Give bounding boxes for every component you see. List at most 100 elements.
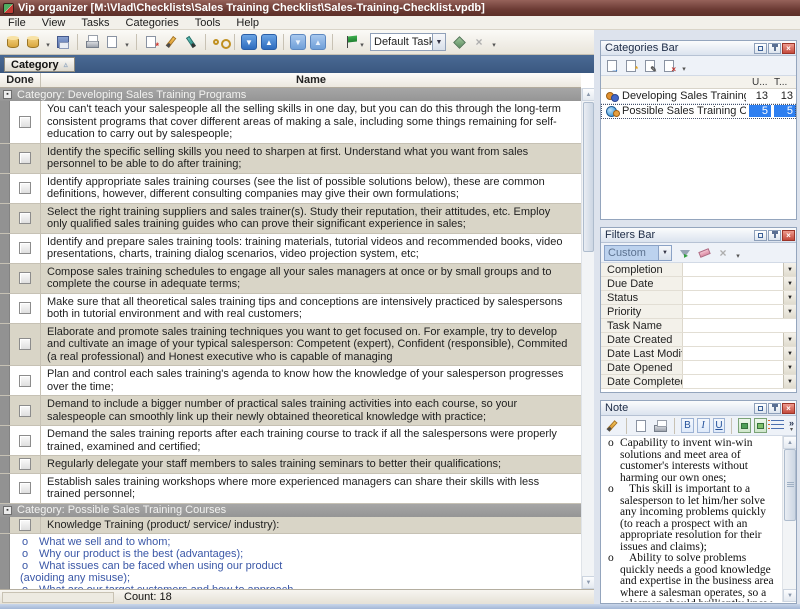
filter-preset-dropdown-icon[interactable]: ▼ xyxy=(659,245,672,261)
category-tree-item[interactable]: Possible Sales Training Courses55 xyxy=(601,104,796,119)
open-database-icon[interactable] xyxy=(24,33,42,51)
bold-icon[interactable]: B xyxy=(681,418,694,433)
filter-value-field[interactable] xyxy=(683,277,783,290)
task-row[interactable]: Identify and prepare sales training tool… xyxy=(0,234,581,264)
collapse-toggle-icon[interactable]: ▪ xyxy=(3,90,12,99)
filter-dropdown-icon[interactable]: ▼ xyxy=(783,361,796,374)
filter-value-field[interactable] xyxy=(683,319,796,332)
edit-category-icon[interactable]: ✎ xyxy=(642,58,658,74)
task-checkbox[interactable] xyxy=(19,182,31,194)
menu-file[interactable]: File xyxy=(0,16,34,30)
task-row[interactable]: Establish sales training workshops where… xyxy=(0,474,581,504)
collapse-toggle-icon[interactable]: ▪ xyxy=(3,506,12,515)
panel-maximize-button[interactable] xyxy=(754,403,767,414)
underline-icon[interactable]: U xyxy=(713,418,726,433)
delete-category-icon[interactable]: × xyxy=(661,58,677,74)
print-note-icon[interactable] xyxy=(652,418,668,434)
default-task-dropdown-icon[interactable]: ▼ xyxy=(432,33,446,51)
panel-maximize-button[interactable] xyxy=(754,230,767,241)
filter-dropdown-icon[interactable]: ▼ xyxy=(783,277,796,290)
add-subcategory-icon[interactable]: * xyxy=(623,58,639,74)
filter-dropdown-icon[interactable]: ▼ xyxy=(783,263,796,276)
note-content[interactable]: oCapability to invent win-win solutions … xyxy=(601,436,782,602)
task-checkbox[interactable] xyxy=(19,152,31,164)
panel-pin-button[interactable] xyxy=(768,43,781,54)
task-checkbox[interactable] xyxy=(19,405,31,417)
task-checkbox[interactable] xyxy=(19,212,31,224)
open-database-dropdown[interactable]: ▾ xyxy=(44,33,52,51)
apply-template-icon[interactable] xyxy=(450,33,468,51)
task-checkbox[interactable] xyxy=(19,435,31,447)
flag-icon[interactable] xyxy=(338,33,356,51)
task-row[interactable]: Identify the specific selling skills you… xyxy=(0,144,581,174)
panel-pin-button[interactable] xyxy=(768,230,781,241)
edit-note-icon[interactable] xyxy=(604,418,620,434)
menu-tasks[interactable]: Tasks xyxy=(73,16,117,30)
view-notes-icon[interactable] xyxy=(211,33,229,51)
filter-value-field[interactable] xyxy=(683,361,783,374)
toolbar-overflow-file[interactable]: ▾ xyxy=(123,33,131,51)
scrollbar-thumb[interactable] xyxy=(583,102,594,252)
menu-view[interactable]: View xyxy=(34,16,74,30)
move-up-icon[interactable]: ▲ xyxy=(260,33,278,51)
panel-pin-button[interactable] xyxy=(768,403,781,414)
delete-template-icon[interactable]: × xyxy=(470,33,488,51)
task-checkbox[interactable] xyxy=(19,482,31,494)
clear-filter-icon[interactable] xyxy=(696,245,712,261)
task-row[interactable]: Demand the sales training reports after … xyxy=(0,426,581,456)
panel-close-button[interactable]: × xyxy=(782,403,795,414)
category-group-header[interactable]: ▪Category: Possible Sales Training Cours… xyxy=(0,504,581,517)
task-row[interactable]: Select the right training suppliers and … xyxy=(0,204,581,234)
category-tree-item[interactable]: Developing Sales Training Programs1313 xyxy=(601,89,796,104)
task-checkbox[interactable] xyxy=(19,302,31,314)
move-top-icon[interactable]: ▲ xyxy=(309,33,327,51)
filter-value-field[interactable] xyxy=(683,305,783,318)
default-task-combobox[interactable]: Default Task▼ xyxy=(370,33,446,51)
task-checkbox[interactable] xyxy=(19,116,31,128)
menu-tools[interactable]: Tools xyxy=(187,16,229,30)
italic-icon[interactable]: I xyxy=(697,418,710,433)
move-down-icon[interactable]: ▼ xyxy=(240,33,258,51)
filter-dropdown-icon[interactable]: ▼ xyxy=(783,347,796,360)
edit-task-icon[interactable] xyxy=(162,33,180,51)
bullet-list-icon[interactable] xyxy=(770,418,786,434)
filter-value-field[interactable] xyxy=(683,333,783,346)
task-row[interactable]: You can't teach your salespeople all the… xyxy=(0,101,581,144)
flag-dropdown[interactable]: ▾ xyxy=(358,33,366,51)
task-checkbox[interactable] xyxy=(19,272,31,284)
task-row[interactable]: Demand to include a bigger number of pra… xyxy=(0,396,581,426)
categories-toolbar-overflow[interactable]: ▾ xyxy=(680,57,688,75)
new-note-page-icon[interactable] xyxy=(633,418,649,434)
task-row[interactable]: Regularly delegate your staff members to… xyxy=(0,456,581,474)
menu-help[interactable]: Help xyxy=(228,16,267,30)
task-checkbox[interactable] xyxy=(19,519,31,531)
task-row[interactable]: Plan and control each sales training's a… xyxy=(0,366,581,396)
main-vertical-scrollbar[interactable]: ▲ ▼ xyxy=(581,88,594,589)
filter-preset-combobox[interactable]: Custom ▼ xyxy=(604,245,672,261)
task-subitems-row[interactable]: oWhat we sell and to whom;oWhy our produ… xyxy=(0,534,581,589)
print-preview-icon[interactable] xyxy=(103,33,121,51)
task-row[interactable]: Knowledge Training (product/ service/ in… xyxy=(0,517,581,535)
task-row[interactable]: Make sure that all theoretical sales tra… xyxy=(0,294,581,324)
save-database-icon[interactable] xyxy=(54,33,72,51)
note-scrollbar-thumb[interactable] xyxy=(784,449,796,521)
delete-filter-icon[interactable]: × xyxy=(715,245,731,261)
apply-filter-icon[interactable] xyxy=(677,245,693,261)
filter-dropdown-icon[interactable]: ▼ xyxy=(783,305,796,318)
print-icon[interactable] xyxy=(83,33,101,51)
column-header-name[interactable]: Name xyxy=(41,73,581,87)
filter-value-field[interactable] xyxy=(683,347,783,360)
note-scroll-up-arrow[interactable]: ▲ xyxy=(783,436,797,449)
filter-value-field[interactable] xyxy=(683,375,783,388)
column-header-done[interactable]: Done xyxy=(0,73,41,87)
task-row[interactable]: Elaborate and promote sales training tec… xyxy=(0,324,581,367)
category-group-header[interactable]: ▪Category: Developing Sales Training Pro… xyxy=(0,88,581,101)
filter-dropdown-icon[interactable]: ▼ xyxy=(783,291,796,304)
task-row[interactable]: Compose sales training schedules to enga… xyxy=(0,264,581,294)
panel-maximize-button[interactable] xyxy=(754,43,767,54)
filter-value-field[interactable] xyxy=(683,263,783,276)
panel-close-button[interactable]: × xyxy=(782,230,795,241)
filter-dropdown-icon[interactable]: ▼ xyxy=(783,333,796,346)
task-row[interactable]: Identify appropriate sales training cour… xyxy=(0,174,581,204)
task-checkbox[interactable] xyxy=(19,242,31,254)
